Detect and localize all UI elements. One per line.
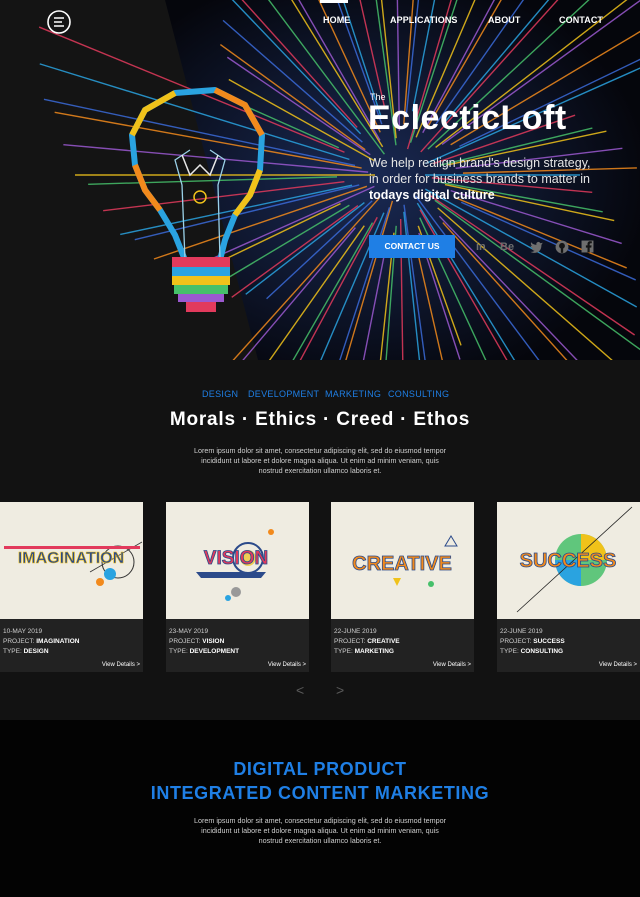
hero-desc-line-1: We help realign brand's design strategy, <box>369 156 591 170</box>
view-details-link[interactable]: View Details > <box>102 662 140 668</box>
project-card-image: IMAGINATION <box>0 502 143 619</box>
card-type-value: DESIGN <box>23 648 49 655</box>
card-type-label: TYPE: <box>3 648 22 655</box>
project-card-image: SUCCESS <box>497 502 640 619</box>
card-art-text: VISION <box>204 548 268 569</box>
card-date: 22-JUNE 2019 <box>334 628 377 635</box>
card-date: 23-MAY 2019 <box>169 628 209 635</box>
lightbulb-illustration <box>129 87 265 312</box>
values-desc-line-2: incididunt ut labore et dolore magna ali… <box>201 456 439 465</box>
category-design[interactable]: DESIGN <box>202 389 238 399</box>
category-filter: DESIGN DEVELOPMENT MARKETING CONSULTING <box>0 389 640 401</box>
project-card[interactable]: VISION 23-MAY 2019 PROJECT: VISION TYPE:… <box>166 502 309 672</box>
hero-desc-line-2: in order for business brands to matter i… <box>369 172 590 186</box>
card-type-label: TYPE: <box>334 648 353 655</box>
digital-desc-line-1: Lorem ipsum dolor sit amet, consectetur … <box>193 816 447 825</box>
vision-artwork: VISION <box>196 529 274 601</box>
card-project-value: CREATIVE <box>367 638 400 645</box>
card-art-text: IMAGINATION <box>18 550 124 567</box>
view-details-link[interactable]: View Details > <box>433 662 471 668</box>
project-card-image: CREATIVE <box>331 502 474 619</box>
digital-section: DIGITAL PRODUCT INTEGRATED CONTENT MARKE… <box>0 720 640 897</box>
card-date: 10-MAY 2019 <box>3 628 43 635</box>
twitter-icon[interactable] <box>530 241 543 253</box>
contact-us-button[interactable]: CONTACT US <box>369 235 455 258</box>
hero-desc-line-3: todays digital culture <box>369 188 495 202</box>
card-project-label: PROJECT: <box>169 638 201 645</box>
project-card-image: VISION <box>166 502 309 619</box>
card-type: TYPE: CONSULTING <box>500 648 563 655</box>
values-desc-line-1: Lorem ipsum dolor sit amet, consectetur … <box>193 446 447 455</box>
category-marketing[interactable]: MARKETING <box>325 389 381 399</box>
digital-heading-line-2: INTEGRATED CONTENT MARKETING <box>150 783 490 803</box>
nav-item-applications[interactable]: APPLICATIONS <box>390 15 458 25</box>
hero-title: EclecticLoft <box>368 99 567 137</box>
card-project-value: SUCCESS <box>533 638 565 645</box>
imagination-artwork: IMAGINATION <box>4 541 143 586</box>
values-heading: Morals · Ethics · Creed · Ethos <box>169 409 471 430</box>
card-type-value: CONSULTING <box>520 648 564 655</box>
digital-desc-line-3: nostrud exercitation ullamco laboris et. <box>258 836 382 845</box>
nav-item-home[interactable]: HOME <box>323 15 350 25</box>
values-description: Lorem ipsum dolor sit amet, consectetur … <box>180 446 460 476</box>
card-project-label: PROJECT: <box>334 638 366 645</box>
digital-desc-line-2: incididunt ut labore et dolore magna ali… <box>201 826 439 835</box>
nav-item-contact[interactable]: CONTACT <box>559 15 603 25</box>
nav-active-indicator <box>320 0 348 3</box>
hero-section: HOME APPLICATIONS ABOUT CONTACT The Ecle… <box>0 0 640 360</box>
facebook-icon[interactable] <box>581 240 594 253</box>
digital-heading: DIGITAL PRODUCT INTEGRATED CONTENT MARKE… <box>0 757 640 805</box>
card-project: PROJECT: IMAGINATION <box>3 638 79 645</box>
card-project-label: PROJECT: <box>500 638 532 645</box>
card-project: PROJECT: CREATIVE <box>334 638 400 645</box>
card-project-value: IMAGINATION <box>36 638 80 645</box>
values-desc-line-3: nostrud exercitation ullamco laboris et. <box>258 466 382 475</box>
github-icon[interactable] <box>555 240 569 254</box>
card-project: PROJECT: VISION <box>169 638 224 645</box>
card-type: TYPE: DESIGN <box>3 648 49 655</box>
card-project-label: PROJECT: <box>3 638 35 645</box>
view-details-link[interactable]: View Details > <box>599 662 637 668</box>
card-project-value: VISION <box>202 638 225 645</box>
card-type: TYPE: DEVELOPMENT <box>169 648 239 655</box>
main-nav: HOME APPLICATIONS ABOUT CONTACT <box>0 15 640 29</box>
card-art-text: CREATIVE <box>352 553 452 575</box>
card-type-value: MARKETING <box>354 648 394 655</box>
behance-icon[interactable]: Be <box>500 240 514 254</box>
carousel-next-icon[interactable]: > <box>336 682 344 698</box>
digital-heading-line-1: DIGITAL PRODUCT <box>233 759 407 779</box>
card-type-value: DEVELOPMENT <box>189 648 240 655</box>
project-card[interactable]: CREATIVE 22-JUNE 2019 PROJECT: CREATIVE … <box>331 502 474 672</box>
card-type-label: TYPE: <box>169 648 188 655</box>
card-project: PROJECT: SUCCESS <box>500 638 565 645</box>
portfolio-section: DESIGN DEVELOPMENT MARKETING CONSULTING … <box>0 360 640 720</box>
category-development[interactable]: DEVELOPMENT <box>248 389 319 399</box>
view-details-link[interactable]: View Details > <box>268 662 306 668</box>
linkedin-icon[interactable]: in <box>476 240 486 254</box>
category-consulting[interactable]: CONSULTING <box>388 389 449 399</box>
card-type: TYPE: MARKETING <box>334 648 394 655</box>
card-art-text: SUCCESS <box>520 550 617 572</box>
project-carousel: IMAGINATION 10-MAY 2019 PROJECT: IMAGINA… <box>0 502 640 674</box>
project-card[interactable]: IMAGINATION 10-MAY 2019 PROJECT: IMAGINA… <box>0 502 143 672</box>
card-date: 22-JUNE 2019 <box>500 628 543 635</box>
nav-item-about[interactable]: ABOUT <box>488 15 521 25</box>
card-type-label: TYPE: <box>500 648 519 655</box>
creative-artwork: CREATIVE <box>352 535 458 587</box>
digital-description: Lorem ipsum dolor sit amet, consectetur … <box>180 816 460 846</box>
success-artwork: SUCCESS <box>516 506 633 613</box>
project-card[interactable]: SUCCESS 22-JUNE 2019 PROJECT: SUCCESS TY… <box>497 502 640 672</box>
social-links: in Be <box>476 240 596 254</box>
carousel-prev-icon[interactable]: < <box>296 682 304 698</box>
hero-description: We help realign brand's design strategy,… <box>369 155 619 203</box>
